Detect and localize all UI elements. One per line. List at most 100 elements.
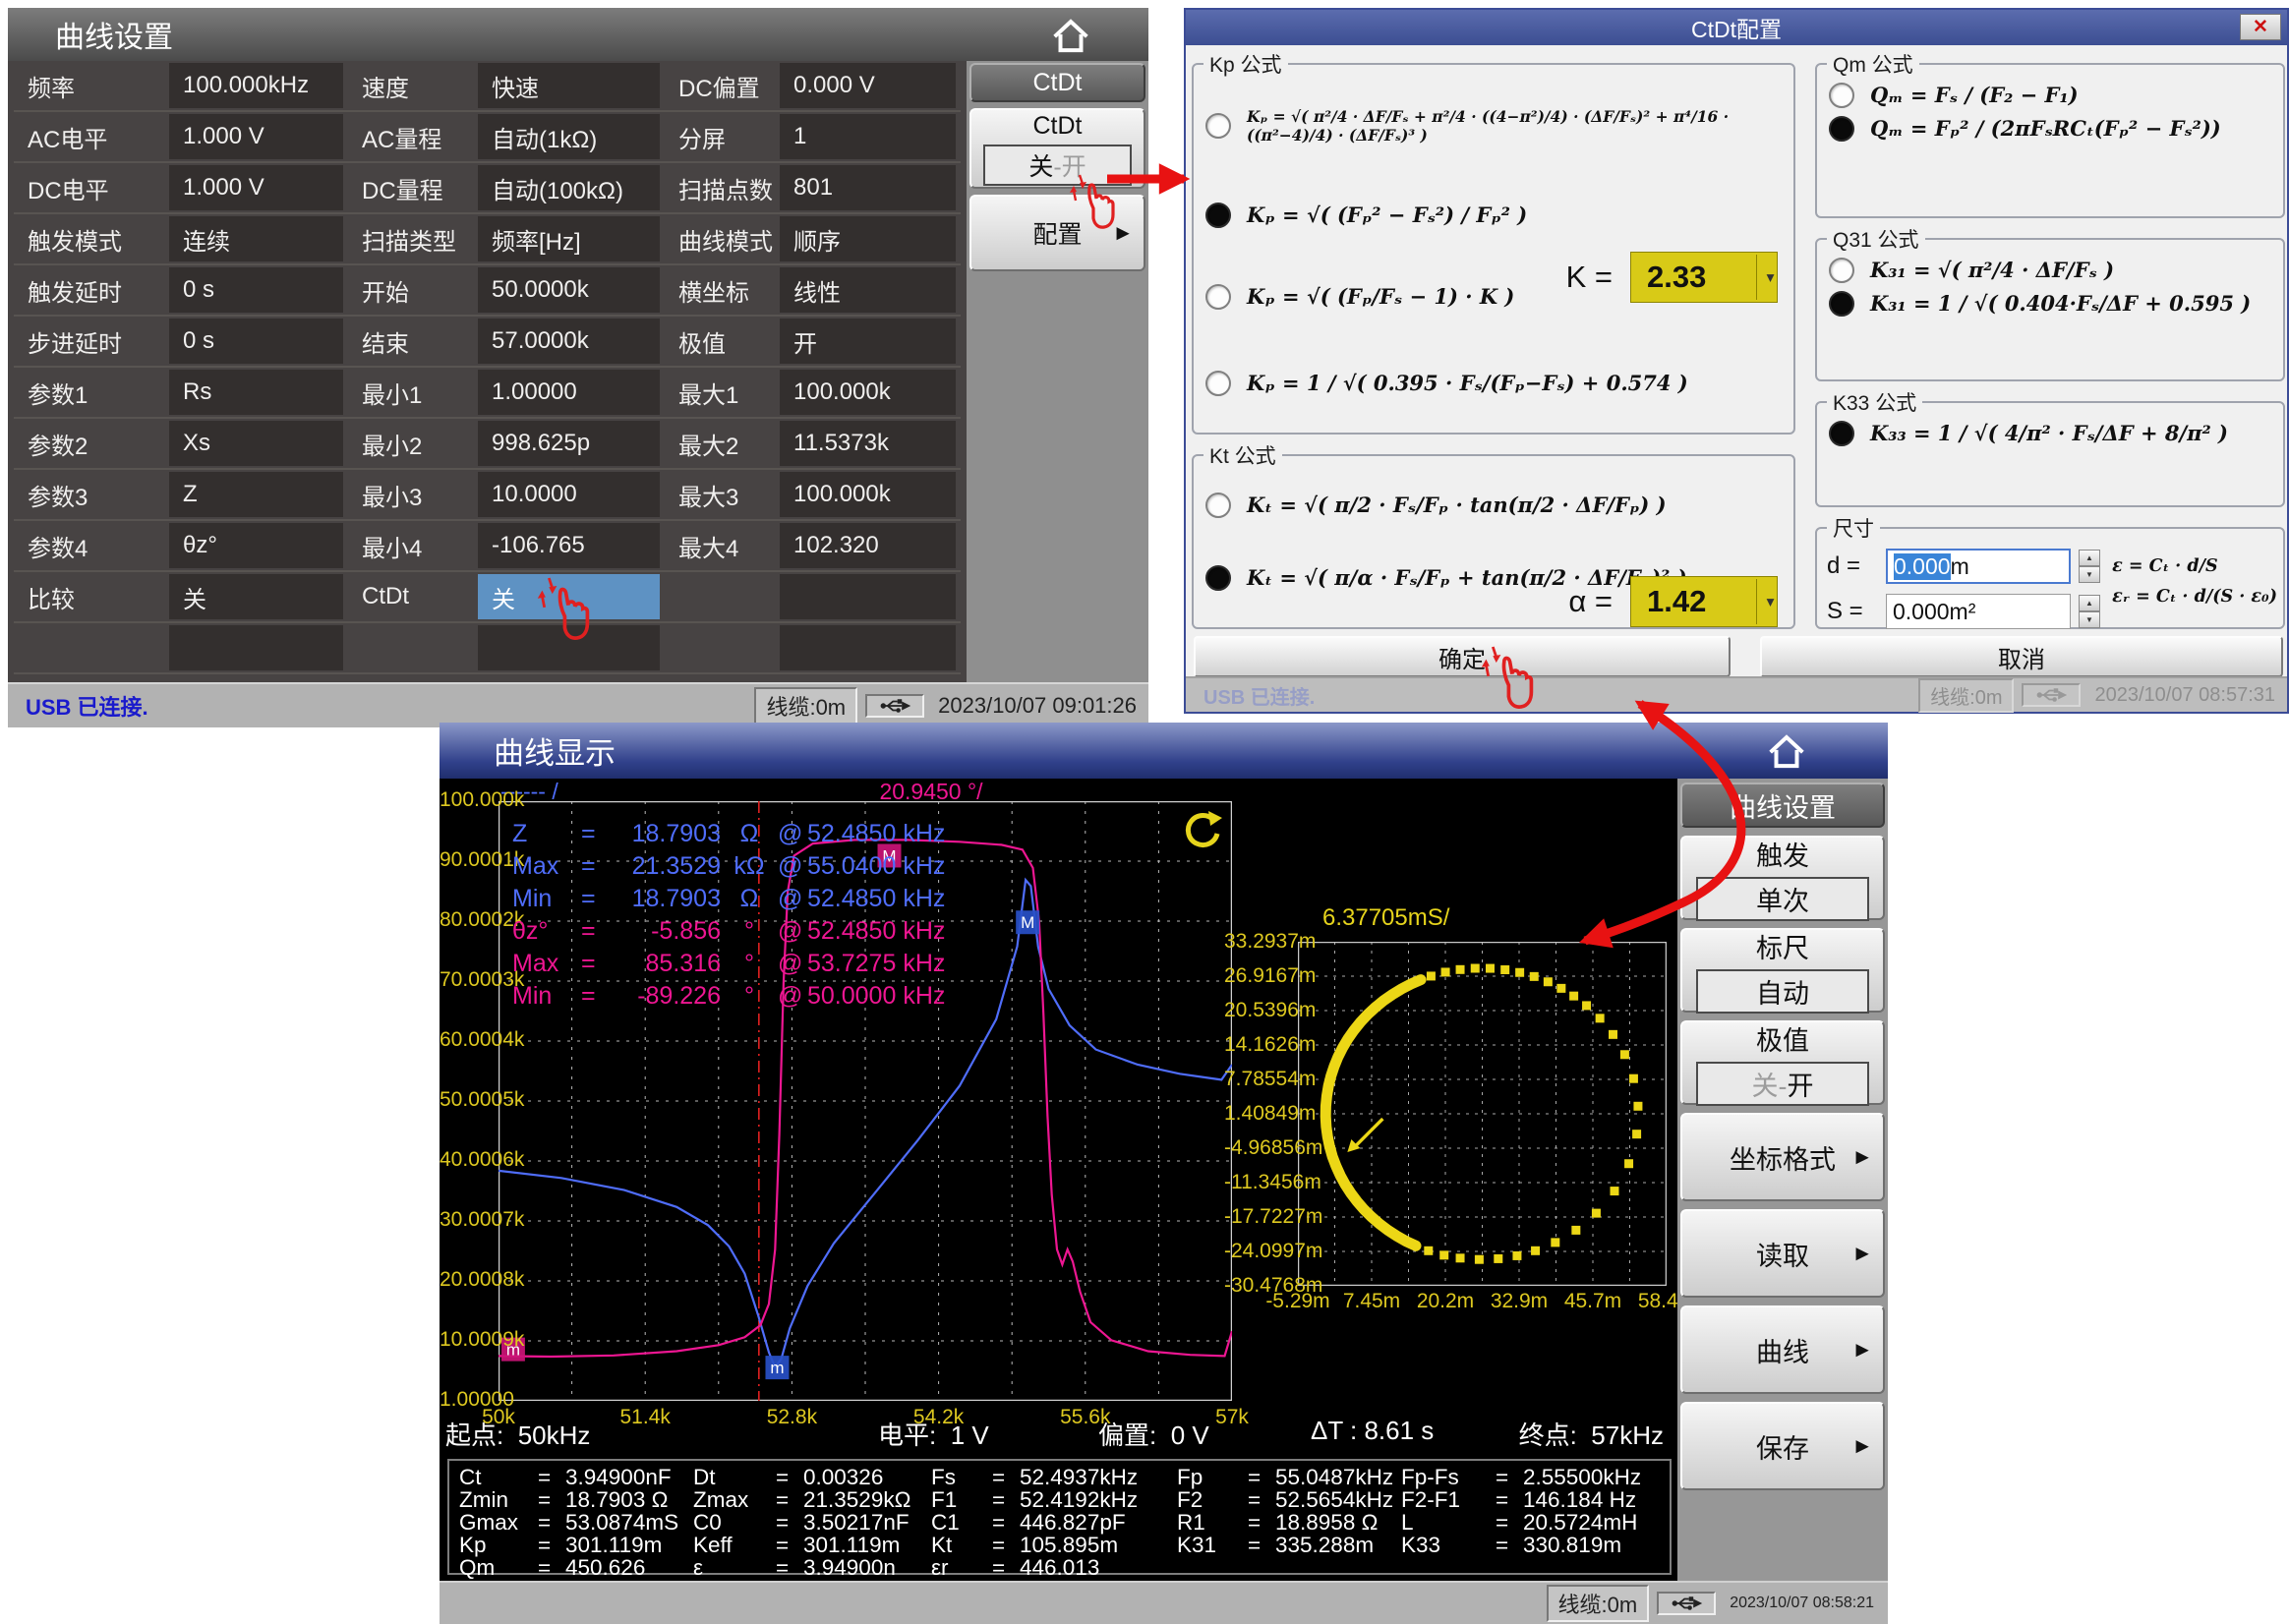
circle-x-tick: 32.9m [1483, 1290, 1555, 1313]
settings-value[interactable] [169, 623, 348, 674]
menu-read[interactable]: 读取► [1680, 1209, 1885, 1298]
settings-value[interactable]: 1 [780, 112, 961, 163]
sidebar-button-curve-settings[interactable]: 曲线设置 [1680, 783, 1885, 828]
legend-row: θz°=-5.856°@52.4850 kHz [512, 915, 974, 948]
result-item: C1=446.827pF [931, 1510, 1177, 1532]
settings-label [665, 623, 780, 674]
kt-formula-radio[interactable] [1205, 565, 1231, 591]
close-icon[interactable]: ✕ [2240, 14, 2281, 40]
kp-formula-radio[interactable] [1205, 203, 1231, 228]
home-icon[interactable] [1765, 730, 1808, 780]
d-input[interactable]: 0.000m [1886, 549, 2071, 584]
usb-icon [865, 694, 924, 718]
menu-save[interactable]: 保存► [1680, 1402, 1885, 1490]
q31-formula-radio[interactable] [1829, 291, 1854, 317]
settings-value[interactable]: 1.000 V [169, 112, 348, 163]
settings-label: DC电平 [14, 163, 169, 214]
scale-state: 自动 [1696, 969, 1868, 1014]
settings-value[interactable]: 100.000k [780, 470, 961, 521]
result-item: Zmin=18.7903 Ω [459, 1487, 693, 1509]
settings-value[interactable]: 1.000 V [169, 163, 348, 214]
ctdt-config-button[interactable]: 配置 ► [969, 195, 1145, 271]
qm-formula-radio[interactable] [1829, 116, 1854, 142]
settings-value[interactable]: 801 [780, 163, 961, 214]
settings-value[interactable]: 0 s [169, 265, 348, 317]
kp-formula-radio[interactable] [1205, 113, 1231, 139]
settings-value[interactable]: 100.000k [780, 368, 961, 419]
d-spinner[interactable]: ▲▼ [2079, 550, 2100, 583]
settings-value[interactable]: Xs [169, 419, 348, 470]
k-value-combo[interactable]: 2.33 [1630, 252, 1778, 303]
scale-button[interactable]: 标尺 自动 [1680, 928, 1885, 1013]
settings-label: AC电平 [14, 112, 169, 163]
settings-value[interactable]: θz° [169, 521, 348, 572]
settings-value[interactable]: 关 [169, 572, 348, 623]
k33-formula-radio[interactable] [1829, 421, 1854, 446]
qm-formula-radio[interactable] [1829, 83, 1854, 108]
settings-value[interactable]: -106.765 [478, 521, 665, 572]
settings-value[interactable]: 线性 [780, 265, 961, 317]
settings-value[interactable]: 快速 [478, 61, 665, 112]
home-icon[interactable] [1050, 15, 1091, 64]
settings-value[interactable] [780, 572, 961, 623]
menu-curve[interactable]: 曲线► [1680, 1305, 1885, 1394]
admittance-circle-plot [1298, 942, 1667, 1286]
settings-label: 触发模式 [14, 214, 169, 265]
settings-value[interactable]: Z [169, 470, 348, 521]
settings-label: 分屏 [665, 112, 780, 163]
trigger-state: 单次 [1696, 877, 1868, 921]
settings-value[interactable]: 1.00000 [478, 368, 665, 419]
legend-row: Min=-89.226°@50.0000 kHz [512, 980, 974, 1013]
settings-title: 曲线设置 [55, 13, 173, 56]
trigger-button[interactable]: 触发 单次 [1680, 836, 1885, 920]
result-item: Fp-Fs=2.55500kHz [1401, 1465, 1659, 1486]
settings-value[interactable]: 0.000 V [780, 61, 961, 112]
settings-label: 最大2 [665, 419, 780, 470]
settings-label [665, 572, 780, 623]
settings-value[interactable]: 频率[Hz] [478, 214, 665, 265]
settings-value[interactable]: 57.0000k [478, 317, 665, 368]
settings-value[interactable]: 自动(1kΩ) [478, 112, 665, 163]
result-item: Gmax=53.0874mS [459, 1510, 693, 1532]
settings-value[interactable]: 102.320 [780, 521, 961, 572]
settings-value[interactable] [780, 623, 961, 674]
cancel-button[interactable]: 取消 [1760, 636, 2283, 677]
settings-value[interactable]: 50.0000k [478, 265, 665, 317]
kt-formula: Kₜ = √( π/2 · Fₛ/Fₚ · tan(π/2 · ΔF/Fₚ) ) [1247, 493, 1667, 518]
kp-formula-radio[interactable] [1205, 284, 1231, 310]
curve-display-window: 曲线显示 ------ / 20.9450 °/ mMmM 100.000k90… [440, 723, 1888, 1624]
refresh-cycle-icon[interactable] [1179, 808, 1224, 858]
settings-value[interactable]: 11.5373k [780, 419, 961, 470]
settings-value[interactable] [478, 623, 665, 674]
settings-label: 参数2 [14, 419, 169, 470]
kp-formula: Kₚ = √( (Fₚ² − Fₛ²) / Fₚ² ) [1247, 203, 1527, 228]
display-statusbar: 线缆:0m 2023/10/07 08:58:21 [440, 1581, 1888, 1624]
settings-value[interactable]: 0 s [169, 317, 348, 368]
settings-value[interactable]: 连续 [169, 214, 348, 265]
settings-value[interactable]: 自动(100kΩ) [478, 163, 665, 214]
settings-table: 频率100.000kHz速度快速DC偏置0.000 VAC电平1.000 VAC… [8, 61, 967, 682]
settings-value[interactable]: 998.625p [478, 419, 665, 470]
s-spinner[interactable]: ▲▼ [2079, 595, 2100, 628]
dimension-group: 尺寸 d = 0.000m ▲▼ S = 0.000m² ▲▼ ε = Cₜ ·… [1815, 513, 2285, 629]
ctdt-toggle-button[interactable]: CtDt 关-开 [969, 108, 1145, 189]
s-input[interactable]: 0.000m² [1886, 594, 2071, 629]
cable-length: 线缆:0m [754, 687, 857, 725]
kp-legend: Kp 公式 [1203, 49, 1288, 79]
ctdt-config-label: 配置 [1032, 215, 1082, 251]
result-item: F1=52.4192kHz [931, 1487, 1177, 1509]
menu-coordinate-format[interactable]: 坐标格式► [1680, 1113, 1885, 1201]
alpha-value-combo[interactable]: 1.42 [1630, 576, 1778, 627]
kt-formula-radio[interactable] [1205, 493, 1231, 518]
ok-button[interactable]: 确定 [1194, 636, 1731, 677]
settings-value[interactable]: Rs [169, 368, 348, 419]
result-item: εr=446.013 [931, 1555, 1177, 1577]
settings-value[interactable]: 顺序 [780, 214, 961, 265]
kp-formula-radio[interactable] [1205, 371, 1231, 396]
extreme-button[interactable]: 极值 关-开 [1680, 1020, 1885, 1105]
settings-value[interactable]: 关 [478, 572, 665, 623]
settings-value[interactable]: 开 [780, 317, 961, 368]
settings-value[interactable]: 100.000kHz [169, 61, 348, 112]
q31-formula-radio[interactable] [1829, 258, 1854, 283]
settings-value[interactable]: 10.0000 [478, 470, 665, 521]
